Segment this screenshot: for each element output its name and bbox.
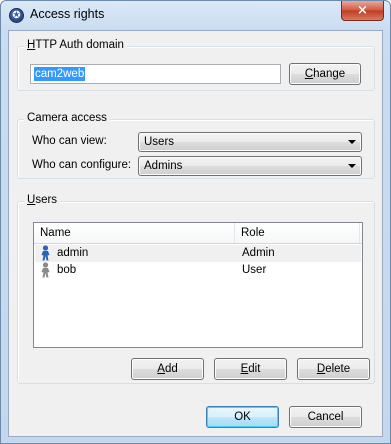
who-can-configure-value: Admins — [144, 160, 183, 172]
ok-button[interactable]: OK — [206, 406, 279, 428]
user-name: bob — [57, 264, 77, 276]
accessibility-icon: ✪ — [9, 8, 24, 23]
users-list-header: Name Role — [34, 223, 362, 244]
chevron-down-icon — [348, 140, 356, 144]
column-header-role[interactable]: Role — [235, 223, 360, 243]
who-can-configure-select[interactable]: Admins — [138, 156, 362, 176]
edit-button[interactable]: Edit — [214, 358, 287, 380]
chevron-down-icon — [348, 164, 356, 168]
http-auth-group: HTTP Auth domain cam2web Change — [17, 39, 375, 91]
user-icon — [39, 262, 53, 284]
who-can-view-value: Users — [144, 136, 175, 148]
user-role: User — [242, 264, 267, 276]
who-can-view-label: Who can view: — [32, 135, 107, 147]
users-group: Users Name Role admin Admin bob User Add… — [17, 194, 375, 384]
dialog-client-area: HTTP Auth domain cam2web Change Camera a… — [8, 30, 383, 437]
http-auth-legend: HTTP Auth domain — [24, 39, 127, 51]
camera-access-group: Camera access Who can view: Users Who ca… — [17, 112, 375, 179]
column-header-name[interactable]: Name — [34, 223, 235, 243]
users-legend: Users — [24, 194, 61, 206]
auth-domain-input[interactable]: cam2web — [30, 64, 281, 84]
table-row[interactable]: admin Admin — [35, 245, 361, 262]
window-title: Access rights — [30, 7, 105, 21]
user-role: Admin — [242, 247, 275, 259]
delete-button[interactable]: Delete — [297, 358, 370, 380]
close-button[interactable]: × — [341, 1, 384, 21]
cancel-button[interactable]: Cancel — [289, 406, 362, 428]
who-can-view-select[interactable]: Users — [138, 132, 362, 152]
change-button[interactable]: Change — [289, 63, 361, 85]
auth-domain-value: cam2web — [34, 67, 86, 81]
title-bar[interactable]: ✪ Access rights × — [1, 1, 390, 29]
camera-access-legend: Camera access — [24, 112, 110, 124]
user-name: admin — [57, 247, 89, 259]
table-row[interactable]: bob User — [35, 262, 361, 279]
who-can-configure-label: Who can configure: — [32, 159, 132, 171]
users-list[interactable]: Name Role admin Admin bob User — [33, 222, 363, 348]
add-button[interactable]: Add — [131, 358, 204, 380]
access-rights-dialog: ✪ Access rights × HTTP Auth domain cam2w… — [0, 0, 391, 444]
